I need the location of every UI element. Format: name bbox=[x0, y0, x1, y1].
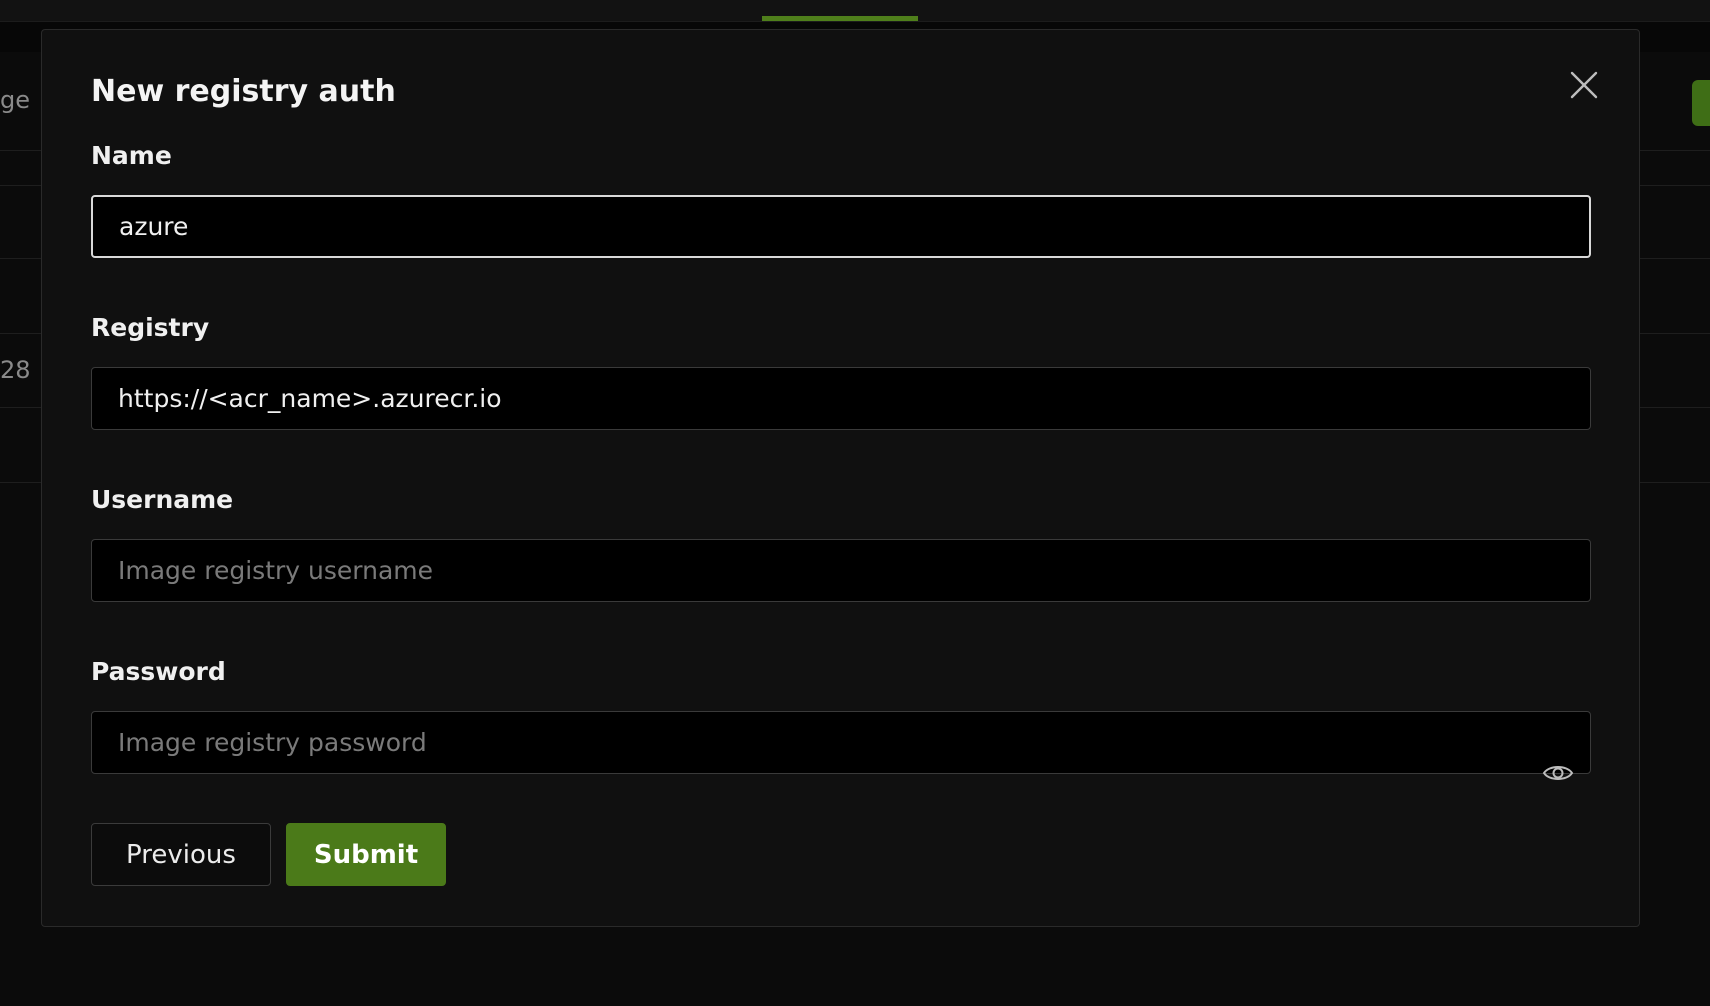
previous-button[interactable]: Previous bbox=[91, 823, 271, 886]
close-button[interactable] bbox=[1565, 66, 1603, 104]
username-label: Username bbox=[91, 485, 234, 514]
eye-icon bbox=[1542, 766, 1574, 780]
name-input[interactable] bbox=[91, 195, 1591, 258]
background-text-fragment: 28 bbox=[0, 356, 31, 384]
new-registry-auth-dialog: New registry auth Name Registry Username… bbox=[41, 29, 1640, 927]
name-label: Name bbox=[91, 141, 172, 170]
password-input[interactable] bbox=[91, 711, 1591, 774]
background-action-button bbox=[1692, 80, 1710, 126]
background-active-tab-indicator bbox=[762, 16, 918, 21]
dialog-title: New registry auth bbox=[91, 74, 396, 109]
username-input[interactable] bbox=[91, 539, 1591, 602]
submit-button[interactable]: Submit bbox=[286, 823, 446, 886]
background-text-fragment: ge bbox=[0, 86, 30, 114]
toggle-password-visibility-button[interactable] bbox=[1537, 757, 1579, 789]
password-label: Password bbox=[91, 657, 226, 686]
close-icon bbox=[1570, 71, 1598, 99]
registry-label: Registry bbox=[91, 313, 210, 342]
registry-input[interactable] bbox=[91, 367, 1591, 430]
